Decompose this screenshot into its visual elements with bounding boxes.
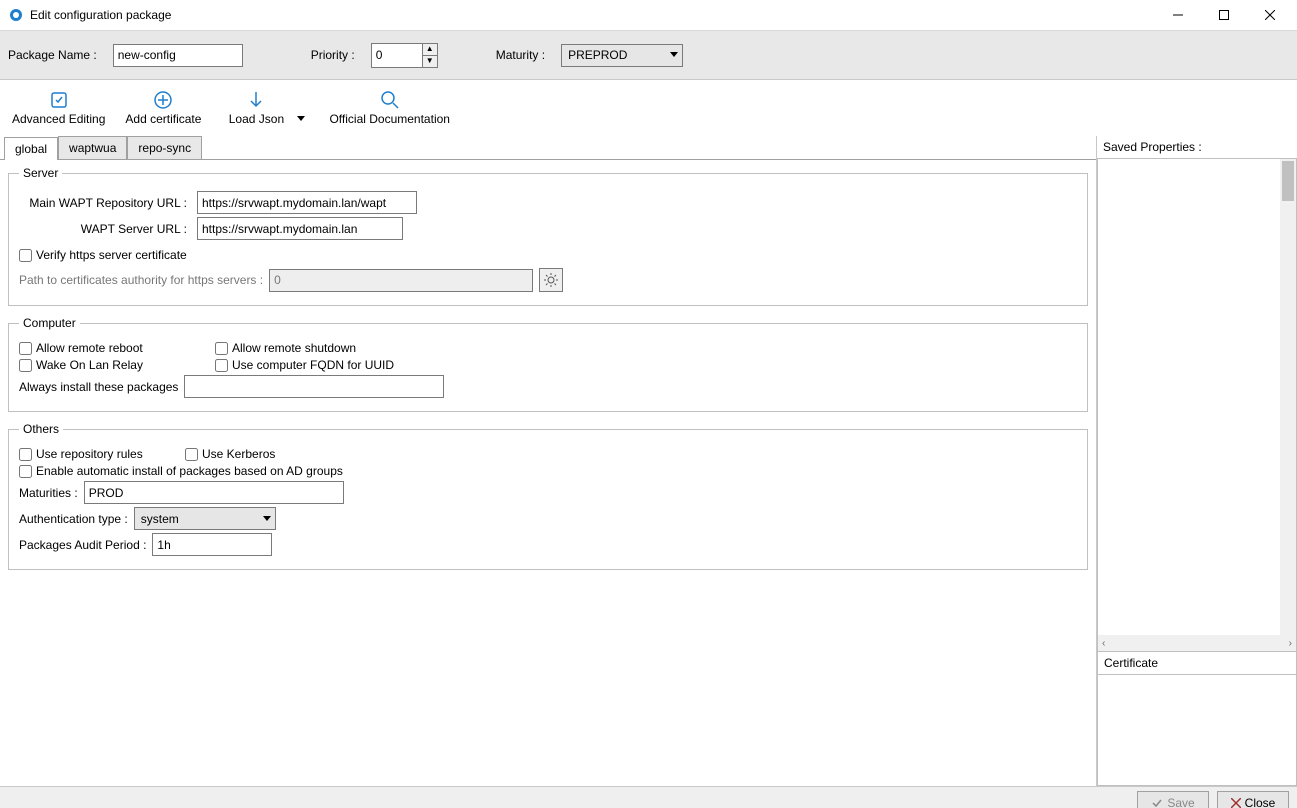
cert-path-label: Path to certificates authority for https… [19, 273, 263, 287]
server-legend: Server [19, 166, 62, 180]
others-legend: Others [19, 422, 63, 436]
verify-https-label: Verify https server certificate [36, 248, 187, 262]
use-kerberos-label: Use Kerberos [202, 447, 275, 461]
allow-reboot-label: Allow remote reboot [36, 341, 143, 355]
tab-repo-sync[interactable]: repo-sync [127, 136, 202, 159]
scroll-right-icon[interactable]: › [1289, 638, 1292, 649]
computer-legend: Computer [19, 316, 80, 330]
tab-panel: Server Main WAPT Repository URL : WAPT S… [0, 160, 1096, 786]
auth-type-label: Authentication type : [19, 512, 128, 526]
saved-properties-list[interactable]: ‹› [1097, 158, 1297, 652]
footer-bar: Save Close [0, 786, 1297, 808]
add-certificate-button[interactable]: Add certificate [119, 88, 207, 128]
right-panel: Saved Properties : ‹› Certificate [1097, 136, 1297, 786]
close-button[interactable]: Close [1217, 791, 1289, 808]
close-label: Close [1245, 796, 1276, 808]
use-fqdn-label: Use computer FQDN for UUID [232, 358, 394, 372]
others-group: Others Use repository rules Use Kerberos… [8, 422, 1088, 570]
priority-down-icon[interactable]: ▼ [423, 56, 437, 67]
use-repo-rules-label: Use repository rules [36, 447, 143, 461]
saved-properties-label: Saved Properties : [1097, 136, 1297, 158]
allow-shutdown-checkbox[interactable] [215, 342, 228, 355]
computer-group: Computer Allow remote reboot Allow remot… [8, 316, 1088, 412]
use-kerberos-checkbox[interactable] [185, 448, 198, 461]
auth-type-value: system [141, 512, 259, 526]
cert-path-browse-button[interactable] [539, 268, 563, 292]
save-button[interactable]: Save [1137, 791, 1209, 808]
app-icon [8, 7, 24, 23]
audit-period-input[interactable] [152, 533, 272, 556]
enable-ad-label: Enable automatic install of packages bas… [36, 464, 343, 478]
auth-type-select[interactable]: system [134, 507, 276, 530]
use-fqdn-checkbox[interactable] [215, 359, 228, 372]
edit-icon [49, 90, 69, 110]
header-row: Package Name : Priority : ▲ ▼ Maturity :… [0, 30, 1297, 80]
allow-shutdown-label: Allow remote shutdown [232, 341, 356, 355]
load-json-label: Load Json [229, 112, 284, 126]
priority-label: Priority : [311, 48, 355, 62]
priority-up-icon[interactable]: ▲ [423, 44, 437, 56]
title-bar: Edit configuration package [0, 0, 1297, 30]
main-repo-label: Main WAPT Repository URL : [19, 196, 187, 210]
gear-icon [544, 273, 558, 287]
use-repo-rules-checkbox[interactable] [19, 448, 32, 461]
scroll-left-icon[interactable]: ‹ [1102, 638, 1105, 649]
allow-reboot-checkbox[interactable] [19, 342, 32, 355]
download-arrow-icon [246, 90, 266, 110]
chevron-down-icon [670, 52, 678, 58]
toolbar: Advanced Editing Add certificate Load Js… [0, 80, 1297, 136]
server-url-label: WAPT Server URL : [19, 222, 187, 236]
chevron-down-icon [297, 116, 305, 122]
maturity-value: PREPROD [568, 48, 666, 62]
priority-spinner[interactable]: ▲ ▼ [371, 43, 438, 68]
priority-input[interactable] [372, 44, 422, 67]
maturity-label: Maturity : [496, 48, 545, 62]
maximize-button[interactable] [1201, 0, 1247, 30]
maturities-label: Maturities : [19, 486, 78, 500]
close-icon [1231, 798, 1241, 808]
plus-circle-icon [153, 90, 173, 110]
official-docs-button[interactable]: Official Documentation [323, 88, 456, 128]
package-name-label: Package Name : [8, 48, 97, 62]
always-install-label: Always install these packages [19, 380, 178, 394]
server-group: Server Main WAPT Repository URL : WAPT S… [8, 166, 1088, 306]
main-repo-input[interactable] [197, 191, 417, 214]
official-docs-label: Official Documentation [329, 112, 450, 126]
load-json-button[interactable]: Load Json [215, 88, 297, 128]
enable-ad-checkbox[interactable] [19, 465, 32, 478]
load-json-dropdown[interactable] [297, 104, 305, 128]
certificate-area [1097, 675, 1297, 786]
server-url-input[interactable] [197, 217, 403, 240]
close-window-button[interactable] [1247, 0, 1293, 30]
chevron-down-icon [263, 516, 271, 522]
tabs-bar: global waptwua repo-sync [0, 136, 1096, 160]
minimize-button[interactable] [1155, 0, 1201, 30]
verify-https-checkbox[interactable] [19, 249, 32, 262]
wol-relay-label: Wake On Lan Relay [36, 358, 143, 372]
certificate-section-label: Certificate [1097, 652, 1297, 675]
maturity-select[interactable]: PREPROD [561, 44, 683, 67]
search-icon [380, 90, 400, 110]
wol-relay-checkbox[interactable] [19, 359, 32, 372]
advanced-editing-label: Advanced Editing [12, 112, 105, 126]
cert-path-input [269, 269, 533, 292]
add-certificate-label: Add certificate [125, 112, 201, 126]
tab-global[interactable]: global [4, 137, 58, 160]
always-install-input[interactable] [184, 375, 444, 398]
audit-period-label: Packages Audit Period : [19, 538, 146, 552]
advanced-editing-button[interactable]: Advanced Editing [6, 88, 111, 128]
vertical-scrollbar[interactable] [1280, 159, 1296, 635]
check-icon [1151, 797, 1163, 808]
horizontal-scrollbar[interactable]: ‹› [1098, 635, 1296, 651]
window-title: Edit configuration package [30, 8, 171, 22]
save-label: Save [1167, 796, 1194, 808]
maturities-input[interactable] [84, 481, 344, 504]
package-name-input[interactable] [113, 44, 243, 67]
tab-waptwua[interactable]: waptwua [58, 136, 127, 159]
